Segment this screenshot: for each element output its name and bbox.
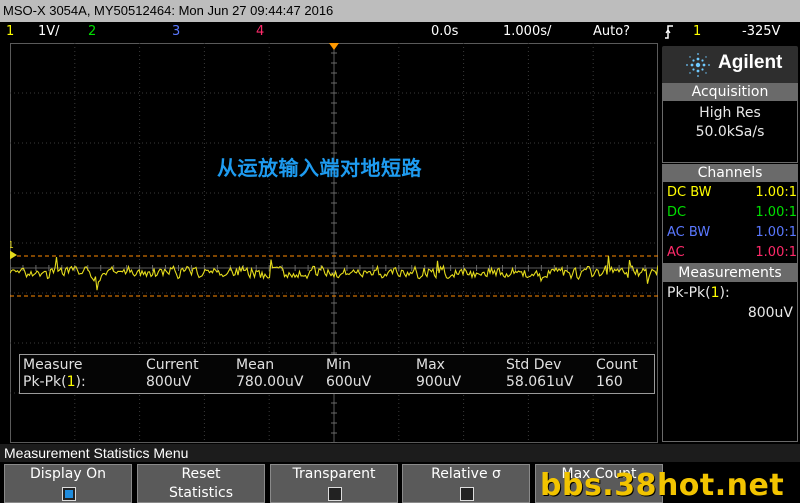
table-cell-max: 900uV	[416, 374, 462, 390]
channel-1-ground-marker	[10, 250, 17, 260]
table-header-min: Min	[326, 357, 351, 373]
reset-statistics-label-1: Reset	[181, 466, 221, 482]
display-on-softkey[interactable]: Display On	[4, 464, 132, 503]
agilent-logo: Agilent	[662, 46, 798, 84]
channel-1-scale[interactable]: 1Ⅴ/	[38, 22, 60, 42]
relative-sigma-label: Relative σ	[431, 466, 501, 482]
menu-title: Measurement Statistics Menu	[0, 444, 800, 462]
channel-coupling: DC BW	[667, 185, 712, 200]
channel-coupling: AC BW	[667, 225, 711, 240]
row-label-prefix: Pk-Pk(	[23, 374, 67, 390]
horizontal-delay[interactable]: 0.0s	[431, 22, 458, 42]
channel-probe-ratio: 1.00:1	[755, 225, 797, 240]
acquisition-header[interactable]: Acquisition	[662, 83, 798, 101]
measurement-statistics-table: Measure Current Mean Min Max Std Dev Cou…	[19, 354, 655, 394]
side-panel: Agilent Acquisition High Res 50.0kSa/s C…	[660, 43, 800, 443]
row-label-channel: 1	[66, 374, 76, 390]
channels-header[interactable]: Channels	[662, 164, 798, 182]
channel-row: DC 1.00:1	[667, 203, 797, 223]
row-label-suffix: ):	[75, 374, 86, 390]
table-cell-mean: 780.00uV	[236, 374, 304, 390]
channel-1-marker-label: 1	[10, 240, 14, 251]
channel-coupling: DC	[667, 205, 687, 220]
channels-section: DC BW 1.00:1 DC 1.00:1 AC BW 1.00:1 AC 1.00:1	[662, 182, 798, 264]
channel-probe-ratio: 1.00:1	[755, 245, 797, 260]
table-header-std-dev: Std Dev	[506, 357, 562, 373]
acquisition-rate: 50.0kSa/s	[695, 124, 765, 140]
measurements-header[interactable]: Measurements	[662, 264, 798, 282]
channel-row: AC 1.00:1	[667, 243, 797, 263]
table-header-measure: Measure	[23, 357, 83, 373]
window-title: MSO-X 3054A, MY50512464: Mon Jun 27 09:4…	[0, 0, 800, 22]
measurement-label-prefix: Pk-Pk(	[667, 285, 711, 301]
table-header-mean: Mean	[236, 357, 275, 373]
status-bar: 1 1Ⅴ/ 2 3 4 0.0s 1.000s/ Auto? 1 -325Ⅴ	[0, 22, 800, 42]
table-cell-std-dev: 58.061uV	[506, 374, 574, 390]
agilent-spark-icon	[686, 53, 710, 77]
channel-row: AC BW 1.00:1	[667, 223, 797, 243]
watermark: bbs.38hot.net	[540, 468, 785, 503]
channel-3-number[interactable]: 3	[172, 22, 180, 42]
channel-row: DC BW 1.00:1	[667, 183, 797, 203]
measurements-section: Pk-Pk(1): 800uV	[662, 282, 798, 442]
annotation-text: 从运放输入端对地短路	[217, 156, 422, 180]
channel-probe-ratio: 1.00:1	[755, 185, 797, 200]
display-on-checkbox[interactable]	[62, 487, 76, 501]
trigger-position-marker	[329, 43, 339, 50]
table-header-max: Max	[416, 357, 445, 373]
table-header-current: Current	[146, 357, 199, 373]
transparent-checkbox[interactable]	[328, 487, 342, 501]
measurement-label-channel: 1	[710, 285, 720, 301]
transparent-label: Transparent	[292, 466, 376, 482]
acquisition-section: High Res 50.0kSa/s	[662, 101, 798, 163]
relative-sigma-checkbox[interactable]	[460, 487, 474, 501]
channel-2-number[interactable]: 2	[88, 22, 96, 42]
channel-probe-ratio: 1.00:1	[755, 205, 797, 220]
table-cell-min: 600uV	[326, 374, 372, 390]
measurement-label: Pk-Pk(1):	[667, 285, 730, 301]
reset-statistics-label-2: Statistics	[169, 485, 233, 501]
transparent-softkey[interactable]: Transparent	[270, 464, 398, 503]
table-cell-count: 160	[596, 374, 623, 390]
timebase[interactable]: 1.000s/	[503, 22, 551, 42]
measurement-label-suffix: ):	[719, 285, 730, 301]
relative-sigma-softkey[interactable]: Relative σ	[402, 464, 530, 503]
logo-text: Agilent	[718, 52, 783, 73]
channel-4-number[interactable]: 4	[256, 22, 264, 42]
channel-coupling: AC	[667, 245, 685, 260]
acquisition-mode: High Res	[699, 105, 761, 121]
trigger-level[interactable]: -325Ⅴ	[742, 22, 780, 42]
trigger-source[interactable]: 1	[693, 22, 701, 42]
trigger-mode[interactable]: Auto?	[593, 22, 630, 42]
table-header-count: Count	[596, 357, 638, 373]
measurement-value: 800uV	[747, 305, 793, 321]
display-on-label: Display On	[30, 466, 106, 482]
reset-statistics-softkey[interactable]: Reset Statistics	[137, 464, 265, 503]
table-row-label: Pk-Pk(1):	[23, 374, 86, 390]
channel-1-number[interactable]: 1	[6, 22, 14, 42]
table-cell-current: 800uV	[146, 374, 192, 390]
